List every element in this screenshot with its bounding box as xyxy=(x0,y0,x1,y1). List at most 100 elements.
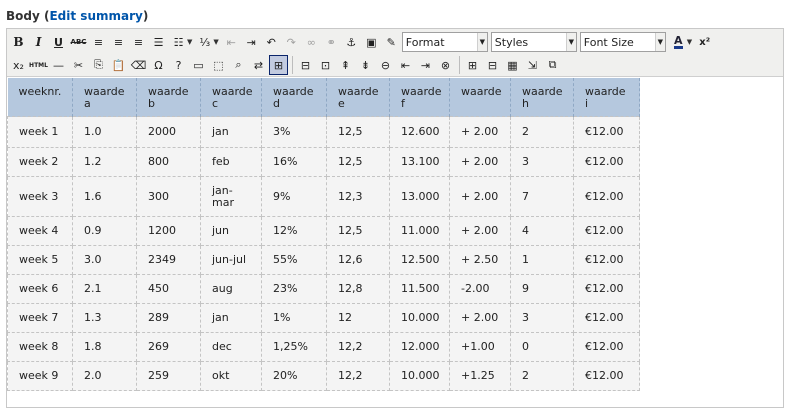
table-cell[interactable]: 0.9 xyxy=(72,216,137,246)
table-cell[interactable]: 0 xyxy=(510,332,574,362)
table-cell[interactable]: okt xyxy=(200,361,262,391)
table-cell[interactable]: 2.1 xyxy=(72,274,137,304)
table-cell[interactable]: + 2.00 xyxy=(449,216,511,246)
cell-props-button[interactable]: ⊡ xyxy=(316,55,335,75)
table-cell[interactable]: 4 xyxy=(510,216,574,246)
undo-button[interactable]: ↶ xyxy=(262,32,281,52)
special-char-button[interactable]: Ω xyxy=(149,55,168,75)
table-cell[interactable]: -2.00 xyxy=(449,274,511,304)
table-cell[interactable]: jan xyxy=(200,303,262,333)
table-cell[interactable]: 13.000 xyxy=(389,176,450,217)
forecolor-button[interactable]: A xyxy=(669,32,688,52)
visual-aid-button[interactable]: ⊞ xyxy=(269,55,288,75)
column-header[interactable]: waarde xyxy=(449,78,511,117)
table-cell[interactable]: 13.100 xyxy=(389,147,450,177)
cleanup-button[interactable]: ✎ xyxy=(382,32,401,52)
horizontal-rule-button[interactable]: — xyxy=(49,55,68,75)
table-cell[interactable]: 1,25% xyxy=(261,332,327,362)
table-cell[interactable]: jan xyxy=(200,116,262,148)
table-cell[interactable]: 269 xyxy=(136,332,201,362)
image-button[interactable]: ▣ xyxy=(362,32,381,52)
table-cell[interactable]: dec xyxy=(200,332,262,362)
subscript-button[interactable]: x₂ xyxy=(9,55,28,75)
column-header[interactable]: waarde h xyxy=(510,78,574,117)
table-cell[interactable]: €12.00 xyxy=(573,361,640,391)
table-cell[interactable]: €12.00 xyxy=(573,303,640,333)
indent-button[interactable]: ⇥ xyxy=(242,32,261,52)
fullscreen-button[interactable]: ⬚ xyxy=(209,55,228,75)
table-cell[interactable]: aug xyxy=(200,274,262,304)
table-cell[interactable]: 2 xyxy=(510,361,574,391)
table-cell[interactable]: 1200 xyxy=(136,216,201,246)
column-header[interactable]: waarde f xyxy=(389,78,450,117)
table-cell[interactable]: week 9 xyxy=(7,361,73,391)
table-cell[interactable]: 10.000 xyxy=(389,303,450,333)
table-cell[interactable]: 12% xyxy=(261,216,327,246)
table-cell[interactable]: 7 xyxy=(510,176,574,217)
table-cell[interactable]: + 2.00 xyxy=(449,147,511,177)
delete-row-button[interactable]: ⊖ xyxy=(376,55,395,75)
table-cell[interactable]: 12,5 xyxy=(326,116,390,148)
table-cell[interactable]: 1.8 xyxy=(72,332,137,362)
table-cell[interactable]: 2 xyxy=(510,116,574,148)
remove-format-button[interactable]: ⌫ xyxy=(129,55,148,75)
table-cell[interactable]: €12.00 xyxy=(573,274,640,304)
table-cell[interactable]: 2.0 xyxy=(72,361,137,391)
bullet-list-button[interactable]: ☷ xyxy=(169,32,188,52)
table-cell[interactable]: 55% xyxy=(261,245,327,275)
column-header[interactable]: waarde a xyxy=(72,78,137,117)
table-cell[interactable]: 9 xyxy=(510,274,574,304)
table-cell[interactable]: 2349 xyxy=(136,245,201,275)
table-cell[interactable]: + 2.00 xyxy=(449,116,511,148)
align-left-button[interactable]: ≡ xyxy=(89,32,108,52)
table-cell[interactable]: jan-mar xyxy=(200,176,262,217)
fontsize-select[interactable]: Font Size ▼ xyxy=(579,32,666,52)
table-cell[interactable]: 1 xyxy=(510,245,574,275)
table-cell[interactable]: 16% xyxy=(261,147,327,177)
table-cell[interactable]: €12.00 xyxy=(573,332,640,362)
help-button[interactable]: ? xyxy=(169,55,188,75)
table-cell[interactable]: 2000 xyxy=(136,116,201,148)
table-cell[interactable]: week 1 xyxy=(7,116,73,148)
table-cell[interactable]: 289 xyxy=(136,303,201,333)
find-button[interactable]: ⌕ xyxy=(229,55,248,75)
table-cell[interactable]: 1% xyxy=(261,303,327,333)
col-after-button[interactable]: ⇥ xyxy=(416,55,435,75)
insert-table-button[interactable]: ▦ xyxy=(503,55,522,75)
table-cell[interactable]: + 2.00 xyxy=(449,176,511,217)
table-cell[interactable]: 12,2 xyxy=(326,332,390,362)
align-right-button[interactable]: ≡ xyxy=(129,32,148,52)
link-button[interactable]: ∞ xyxy=(302,32,321,52)
editor-content-area[interactable]: weeknr. waarde a waarde b waarde c waarde dw… xyxy=(7,78,783,407)
table-cell[interactable]: 12.600 xyxy=(389,116,450,148)
table-cell[interactable]: €12.00 xyxy=(573,116,640,148)
table-cell[interactable]: 3.0 xyxy=(72,245,137,275)
table-cell[interactable]: week 4 xyxy=(7,216,73,246)
table-cell[interactable]: 12,5 xyxy=(326,147,390,177)
html-source-button[interactable]: HTML xyxy=(29,55,48,75)
table-props-button[interactable]: ⊟ xyxy=(296,55,315,75)
row-before-button[interactable]: ⇞ xyxy=(336,55,355,75)
table-cell[interactable]: 1.6 xyxy=(72,176,137,217)
numbered-list-button[interactable]: ⅓ xyxy=(195,32,214,52)
cut-button[interactable]: ✂ xyxy=(69,55,88,75)
column-header[interactable]: waarde d xyxy=(261,78,327,117)
table-cell[interactable]: 12.500 xyxy=(389,245,450,275)
chevron-down-icon[interactable]: ▼ xyxy=(187,38,192,46)
paste-button[interactable]: 📋 xyxy=(109,55,128,75)
replace-button[interactable]: ⇄ xyxy=(249,55,268,75)
table-cell[interactable]: 12,2 xyxy=(326,361,390,391)
table-cell[interactable]: 12,3 xyxy=(326,176,390,217)
superscript-button[interactable]: x² xyxy=(695,32,714,52)
table-cell[interactable]: 450 xyxy=(136,274,201,304)
table-cell[interactable]: 23% xyxy=(261,274,327,304)
column-header[interactable]: waarde i xyxy=(573,78,640,117)
align-justify-button[interactable]: ☰ xyxy=(149,32,168,52)
table-cell[interactable]: €12.00 xyxy=(573,176,640,217)
table-cell[interactable]: jun xyxy=(200,216,262,246)
table-cell[interactable]: 12,5 xyxy=(326,216,390,246)
table-cell[interactable]: 12,8 xyxy=(326,274,390,304)
forecolor-caret-icon[interactable]: ▼ xyxy=(687,38,692,46)
anchor-button[interactable]: ⚓ xyxy=(342,32,361,52)
column-header[interactable]: waarde b xyxy=(136,78,201,117)
